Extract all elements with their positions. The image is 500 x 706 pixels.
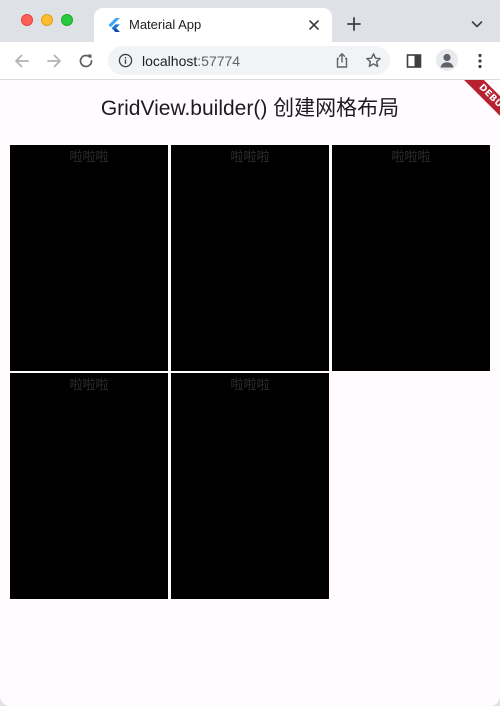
side-panel-icon[interactable]	[404, 51, 424, 71]
tab-title: Material App	[129, 17, 202, 32]
arrow-right-icon[interactable]	[44, 51, 64, 71]
grid-item-label: 啦啦啦	[391, 149, 431, 164]
plus-icon[interactable]	[345, 15, 363, 33]
grid-item[interactable]: 啦啦啦	[10, 145, 168, 371]
profile-avatar[interactable]	[436, 49, 458, 71]
grid-item[interactable]: 啦啦啦	[10, 373, 168, 599]
grid-item-label: 啦啦啦	[230, 149, 270, 164]
browser-toolbar: localhost:57774	[0, 42, 500, 80]
grid-item-label: 啦啦啦	[69, 377, 109, 392]
app-bar-title: GridView.builder() 创建网格布局	[100, 97, 400, 120]
more-vertical-icon[interactable]	[470, 51, 490, 71]
grid-item[interactable]: 啦啦啦	[171, 373, 329, 599]
star-icon[interactable]	[365, 52, 382, 69]
info-icon[interactable]	[118, 53, 133, 68]
reload-icon[interactable]	[76, 51, 96, 71]
page-content: GridView.builder() 创建网格布局 啦啦啦 啦啦啦 啦啦啦 啦啦…	[0, 80, 500, 706]
fullscreen-window-button[interactable]	[61, 14, 73, 26]
tab-material-app[interactable]: Material App	[94, 8, 332, 42]
grid-item-label: 啦啦啦	[230, 377, 270, 392]
url-host: localhost	[142, 53, 198, 69]
close-window-button[interactable]	[21, 14, 33, 26]
person-icon	[440, 53, 454, 68]
debug-banner: DEBUG	[440, 80, 500, 140]
grid-item[interactable]: 啦啦啦	[171, 145, 329, 371]
url-port: :57774	[197, 53, 241, 69]
debug-banner-label: DEBUG	[457, 80, 500, 135]
tab-strip: Material App	[0, 0, 500, 42]
grid-item-label: 啦啦啦	[69, 149, 109, 164]
share-icon[interactable]	[334, 52, 350, 69]
flutter-icon	[108, 18, 120, 32]
url-text[interactable]: localhost:57774	[142, 53, 240, 69]
grid-item[interactable]: 啦啦啦	[332, 145, 490, 371]
minimize-window-button[interactable]	[41, 14, 53, 26]
browser-window: Material App localhost:57774 GridView.bu…	[0, 0, 500, 706]
close-icon[interactable]	[306, 17, 322, 33]
address-bar[interactable]: localhost:57774	[108, 46, 390, 75]
chevron-down-icon[interactable]	[469, 16, 485, 32]
arrow-left-icon[interactable]	[12, 51, 32, 71]
